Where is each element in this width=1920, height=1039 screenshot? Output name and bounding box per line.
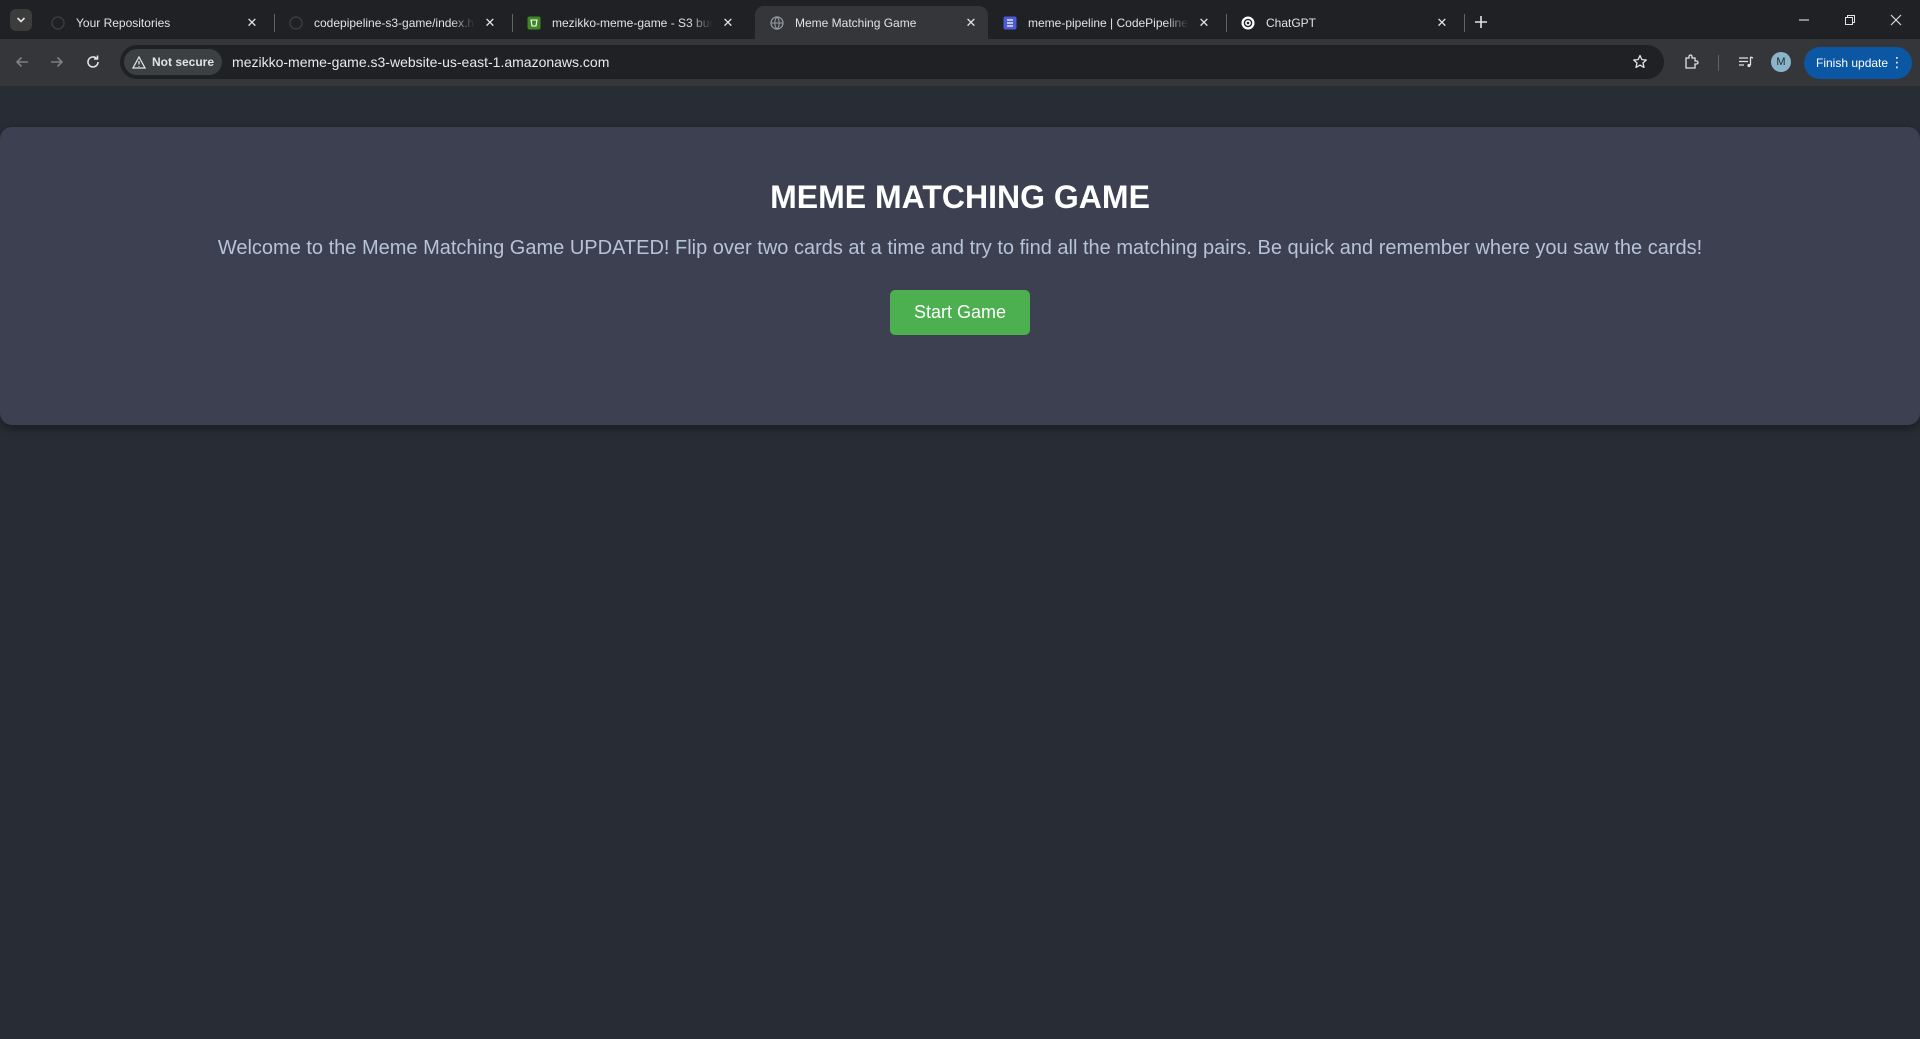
game-intro-card: MEME MATCHING GAME Welcome to the Meme M… xyxy=(0,127,1920,425)
close-icon xyxy=(1890,14,1902,26)
github-icon xyxy=(288,15,304,31)
profile-avatar[interactable]: M xyxy=(1771,52,1791,72)
tab-title: meme-pipeline | CodePipeline | us-east-1 xyxy=(1028,15,1189,30)
finish-update-label: Finish update xyxy=(1816,56,1889,70)
tab-s3-bucket[interactable]: mezikko-meme-game - S3 bucket ✕ xyxy=(512,6,745,39)
tab-chatgpt[interactable]: ChatGPT ✕ xyxy=(1226,6,1459,39)
close-icon[interactable]: ✕ xyxy=(481,14,499,32)
queue-music-icon xyxy=(1739,56,1754,68)
forward-button[interactable] xyxy=(44,49,70,75)
minimize-icon xyxy=(1799,19,1809,21)
reload-button[interactable] xyxy=(80,49,106,75)
tab-title: ChatGPT xyxy=(1266,15,1317,30)
page-viewport: MEME MATCHING GAME Welcome to the Meme M… xyxy=(0,86,1920,1039)
codepipeline-icon xyxy=(1002,15,1018,31)
reload-icon xyxy=(87,55,99,68)
tab-search-button[interactable] xyxy=(10,9,32,31)
puzzle-icon xyxy=(1685,54,1699,69)
star-icon xyxy=(1633,54,1647,69)
close-icon[interactable]: ✕ xyxy=(1195,14,1213,32)
toolbar-divider xyxy=(1718,55,1719,71)
tab-title: Your Repositories xyxy=(76,15,171,30)
security-label: Not secure xyxy=(152,55,215,69)
tab-codepipeline-index[interactable]: codepipeline-s3-game/index.html ✕ xyxy=(274,6,507,39)
tab-your-repositories[interactable]: Your Repositories ✕ xyxy=(36,6,269,39)
minimize-button[interactable] xyxy=(1781,6,1827,34)
start-game-button[interactable]: Start Game xyxy=(890,290,1030,335)
restore-button[interactable] xyxy=(1827,6,1873,34)
tab-separator xyxy=(1464,14,1465,32)
restore-icon xyxy=(1845,15,1855,25)
globe-icon xyxy=(769,15,785,31)
tab-title: mezikko-meme-game - S3 bucket xyxy=(552,15,713,30)
tab-strip: Your Repositories ✕ codepipeline-s3-game… xyxy=(0,0,1920,39)
tab-title: Meme Matching Game xyxy=(795,15,917,30)
more-vert-icon: ⋮ xyxy=(1890,54,1904,70)
s3-bucket-icon xyxy=(526,15,542,31)
arrow-left-icon xyxy=(15,56,28,68)
media-control-button[interactable] xyxy=(1734,50,1758,74)
browser-toolbar: Not secure mezikko-meme-game.s3-website-… xyxy=(0,39,1920,86)
bookmark-button[interactable] xyxy=(1630,52,1650,72)
finish-update-button[interactable]: Finish update ⋮ xyxy=(1804,47,1912,79)
github-icon xyxy=(50,15,66,31)
new-tab-button[interactable] xyxy=(1469,10,1493,34)
extensions-button[interactable] xyxy=(1679,50,1703,74)
close-icon[interactable]: ✕ xyxy=(1433,14,1451,32)
back-button[interactable] xyxy=(9,49,35,75)
close-icon[interactable]: ✕ xyxy=(962,14,980,32)
arrow-right-icon xyxy=(51,56,64,68)
security-chip[interactable]: Not secure xyxy=(124,49,223,75)
tab-title: codepipeline-s3-game/index.html xyxy=(314,15,475,30)
warning-icon xyxy=(132,55,146,69)
plus-icon xyxy=(1475,16,1487,28)
close-icon[interactable]: ✕ xyxy=(243,14,261,32)
game-description: Welcome to the Meme Matching Game UPDATE… xyxy=(217,237,1703,259)
close-icon[interactable]: ✕ xyxy=(719,14,737,32)
chatgpt-icon xyxy=(1240,15,1256,31)
url-text[interactable]: mezikko-meme-game.s3-website-us-east-1.a… xyxy=(232,54,609,70)
page-title: MEME MATCHING GAME xyxy=(770,179,1150,215)
tab-meme-matching-game[interactable]: Meme Matching Game ✕ xyxy=(755,6,988,39)
address-bar[interactable]: Not secure mezikko-meme-game.s3-website-… xyxy=(120,45,1664,79)
chevron-down-icon xyxy=(16,17,26,23)
close-window-button[interactable] xyxy=(1873,6,1919,34)
tab-codepipeline[interactable]: meme-pipeline | CodePipeline | us-east-1… xyxy=(988,6,1221,39)
